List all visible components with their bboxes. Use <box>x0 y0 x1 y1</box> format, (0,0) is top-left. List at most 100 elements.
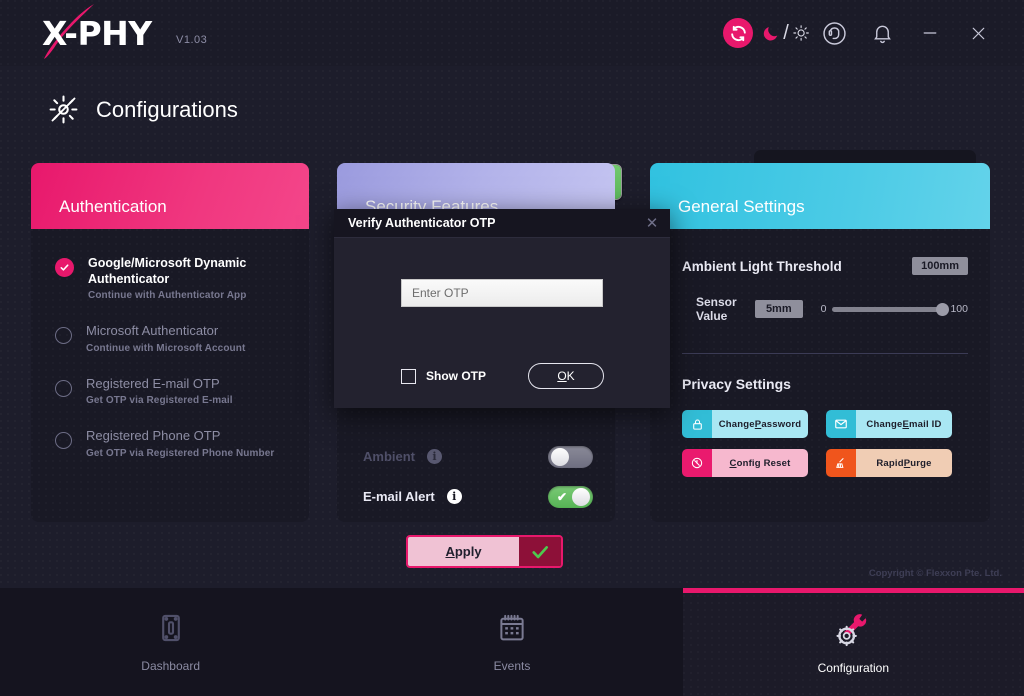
authentication-panel: Authentication Google/Microsoft Dynamic … <box>31 163 309 522</box>
gear-settings-icon <box>47 93 80 126</box>
slider-max-label: 100 <box>950 303 968 315</box>
refresh-button[interactable] <box>714 9 762 57</box>
security-row-label: Ambient <box>363 449 415 464</box>
dialog-close-icon[interactable]: ✕ <box>642 214 662 232</box>
ambient-toggle[interactable] <box>548 446 593 468</box>
nav-item-label: Dashboard <box>141 659 200 673</box>
config-reset-button[interactable]: Config Reset <box>682 449 808 477</box>
apply-button[interactable]: Apply <box>406 535 563 568</box>
nav-item-label: Configuration <box>818 661 889 675</box>
support-headset-icon <box>821 20 848 47</box>
show-otp-label: Show OTP <box>426 369 486 383</box>
nav-item-dashboard[interactable]: Dashboard <box>0 588 341 696</box>
auth-option-microsoft-authenticator[interactable]: Microsoft Authenticator Continue with Mi… <box>31 323 309 354</box>
toggle-check-icon: ✔ <box>551 486 573 508</box>
apply-check-icon <box>519 537 561 566</box>
brand-name: X-PHY <box>42 14 152 53</box>
moon-icon <box>762 22 780 44</box>
close-button[interactable] <box>954 9 1002 57</box>
lock-icon <box>682 410 712 438</box>
info-icon[interactable]: i <box>427 449 442 464</box>
rapid-purge-button[interactable]: Rapid Purge <box>826 449 952 477</box>
calendar-icon <box>495 611 529 645</box>
envelope-icon <box>826 410 856 438</box>
app-window: X-PHY V1.03 / <box>0 0 1024 696</box>
auth-option-title: Registered E-mail OTP <box>86 376 233 393</box>
ambient-light-threshold-row: Ambient Light Threshold 100mm <box>682 257 968 275</box>
auth-option-title: Google/Microsoft Dynamic Authenticator <box>88 255 291 287</box>
dialog-title-bar: Verify Authenticator OTP ✕ <box>334 209 670 238</box>
general-settings-panel: General Settings Ambient Light Threshold… <box>650 163 990 522</box>
notifications-button[interactable] <box>858 9 906 57</box>
nav-item-configuration[interactable]: Configuration <box>683 588 1024 696</box>
authentication-options-list: Google/Microsoft Dynamic Authenticator C… <box>31 229 309 522</box>
email-alert-toggle[interactable]: ✔ <box>548 486 593 508</box>
auth-option-title: Microsoft Authenticator <box>86 323 245 340</box>
title-bar: X-PHY V1.03 / <box>0 0 1024 66</box>
slider-min-label: 0 <box>821 303 827 315</box>
section-divider <box>682 353 968 354</box>
verify-otp-dialog: Verify Authenticator OTP ✕ Show OTP OK <box>334 209 670 408</box>
checkbox-box-icon[interactable] <box>401 369 416 384</box>
privacy-settings-title: Privacy Settings <box>682 376 968 392</box>
info-icon[interactable]: i <box>447 489 462 504</box>
show-otp-checkbox[interactable]: Show OTP <box>401 369 486 384</box>
theme-toggle[interactable]: / <box>762 9 810 57</box>
bottom-navigation: Dashboard Events Conf <box>0 588 1024 696</box>
auth-option-phone-otp[interactable]: Registered Phone OTP Get OTP via Registe… <box>31 428 309 459</box>
rapid-purge-label: Rapid Purge <box>856 449 952 477</box>
radio-unchecked-icon[interactable] <box>55 380 72 397</box>
auth-option-email-otp[interactable]: Registered E-mail OTP Get OTP via Regist… <box>31 376 309 407</box>
change-password-label: Change Password <box>712 410 808 438</box>
security-row-ambient[interactable]: Ambient i <box>337 438 615 475</box>
toggle-knob <box>551 448 569 466</box>
close-icon <box>968 23 989 44</box>
ambient-light-threshold-label: Ambient Light Threshold <box>682 259 842 274</box>
minimize-icon <box>920 23 940 43</box>
radio-checked-icon[interactable] <box>55 258 74 277</box>
auth-option-subtitle: Continue with Authenticator App <box>88 290 291 301</box>
privacy-settings-buttons: Change Password Change Email ID <box>682 410 968 477</box>
slider-track[interactable] <box>832 307 944 312</box>
notification-bell-icon <box>871 22 894 45</box>
auth-option-title: Registered Phone OTP <box>86 428 274 445</box>
auth-option-text: Registered E-mail OTP Get OTP via Regist… <box>86 376 233 407</box>
security-row-email-alert[interactable]: E-mail Alert i ✔ <box>337 478 615 515</box>
page-title-text: Configurations <box>96 97 238 123</box>
nav-item-label: Events <box>494 659 531 673</box>
auth-option-text: Google/Microsoft Dynamic Authenticator C… <box>88 255 291 301</box>
change-email-id-button[interactable]: Change Email ID <box>826 410 952 438</box>
reset-icon <box>682 449 712 477</box>
support-button[interactable] <box>810 9 858 57</box>
wrench-gear-icon <box>834 609 872 647</box>
ok-button[interactable]: OK <box>528 363 604 389</box>
auth-option-subtitle: Get OTP via Registered Phone Number <box>86 448 274 459</box>
ssd-drive-icon <box>154 611 188 645</box>
auth-option-subtitle: Continue with Microsoft Account <box>86 343 245 354</box>
sensor-slider[interactable]: 0 100 <box>821 303 968 315</box>
copyright-text: Copyright © Flexxon Pte. Ltd. <box>869 568 1002 579</box>
auth-option-text: Microsoft Authenticator Continue with Mi… <box>86 323 245 354</box>
refresh-icon <box>723 18 753 48</box>
change-password-button[interactable]: Change Password <box>682 410 808 438</box>
auth-option-google-microsoft[interactable]: Google/Microsoft Dynamic Authenticator C… <box>31 255 309 301</box>
slider-handle[interactable] <box>936 303 949 316</box>
ambient-light-threshold-value: 100mm <box>912 257 968 275</box>
auth-option-subtitle: Get OTP via Registered E-mail <box>86 395 233 406</box>
apply-button-label: Apply <box>408 537 519 566</box>
brand-logo: X-PHY <box>42 8 162 58</box>
radio-unchecked-icon[interactable] <box>55 327 72 344</box>
header-controls: / <box>714 9 1024 57</box>
radio-unchecked-icon[interactable] <box>55 432 72 449</box>
minimize-button[interactable] <box>906 9 954 57</box>
security-row-wipe-data[interactable]: Wipe Data i ✕ <box>337 518 615 522</box>
general-settings-content: Ambient Light Threshold 100mm Sensor Val… <box>650 229 990 522</box>
page-title: Configurations <box>47 93 238 126</box>
nav-item-events[interactable]: Events <box>341 588 682 696</box>
change-email-id-label: Change Email ID <box>856 410 952 438</box>
security-row-label: E-mail Alert <box>363 489 435 504</box>
page-header: Configurations Disk Unlocked Disk 1 0 / … <box>0 66 1024 162</box>
otp-input[interactable] <box>401 279 603 307</box>
dialog-title: Verify Authenticator OTP <box>348 216 495 230</box>
version-label: V1.03 <box>176 34 207 46</box>
